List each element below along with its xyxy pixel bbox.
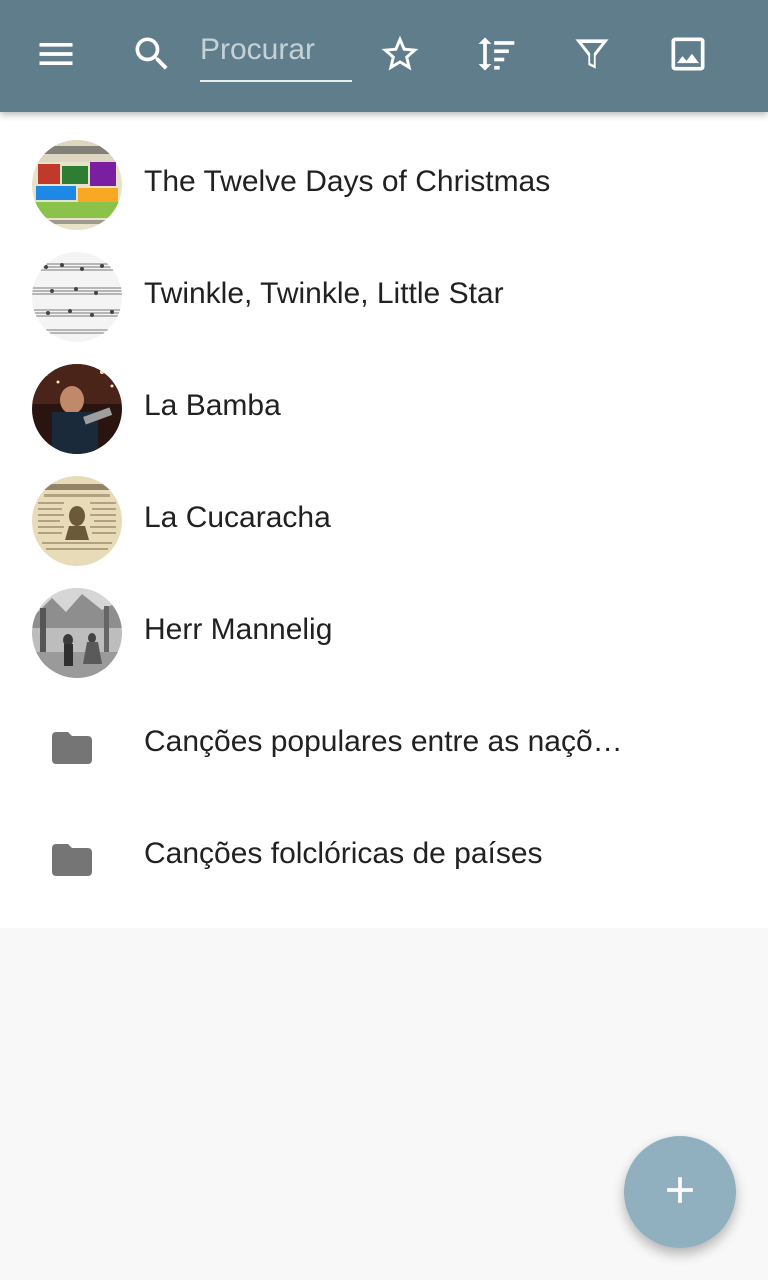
thumbnail-twinkle [32,252,122,342]
list-item-label: Twinkle, Twinkle, Little Star [144,277,504,310]
filter-icon [570,32,614,81]
search-field[interactable] [200,26,352,82]
list-item-label: Canções folclóricas de países [144,837,543,870]
folder-icon [48,836,96,884]
star-outline-icon [378,32,422,81]
thumbnail-twelve-days [32,140,122,230]
list-item[interactable]: Herr Mannelig [0,560,768,678]
plus-icon [658,1168,702,1217]
image-icon [666,32,710,81]
list-item[interactable]: La Bamba [0,336,768,454]
list-item[interactable]: Canções populares entre as nações [0,672,768,784]
list-item[interactable]: Canções folclóricas de países [0,784,768,896]
song-list: The Twelve Days of Christmas Twinkle, Tw… [0,112,768,928]
list-item-label: Herr Mannelig [144,613,333,646]
list-item[interactable]: La Cucaracha [0,448,768,566]
add-button[interactable] [624,1136,736,1248]
thumbnail-la-bamba [32,364,122,454]
menu-button[interactable] [28,28,84,84]
thumbnail-la-cucaracha [32,476,122,566]
image-button[interactable] [660,28,716,84]
list-item[interactable]: Twinkle, Twinkle, Little Star [0,224,768,342]
favorites-button[interactable] [372,28,428,84]
list-item-label: Canções populares entre as nações [144,725,624,758]
filter-button[interactable] [564,28,620,84]
search-button[interactable] [124,28,180,84]
list-item-label: The Twelve Days of Christmas [144,165,551,198]
search-input[interactable] [200,26,352,74]
thumbnail-herr-mannelig [32,588,122,678]
list-item[interactable]: The Twelve Days of Christmas [0,112,768,230]
sort-icon [474,32,518,81]
list-item-label: La Bamba [144,389,281,422]
search-icon [130,32,174,81]
sort-button[interactable] [468,28,524,84]
folder-icon [48,724,96,772]
menu-icon [34,32,78,81]
list-item-label: La Cucaracha [144,501,331,534]
top-app-bar [0,0,768,112]
